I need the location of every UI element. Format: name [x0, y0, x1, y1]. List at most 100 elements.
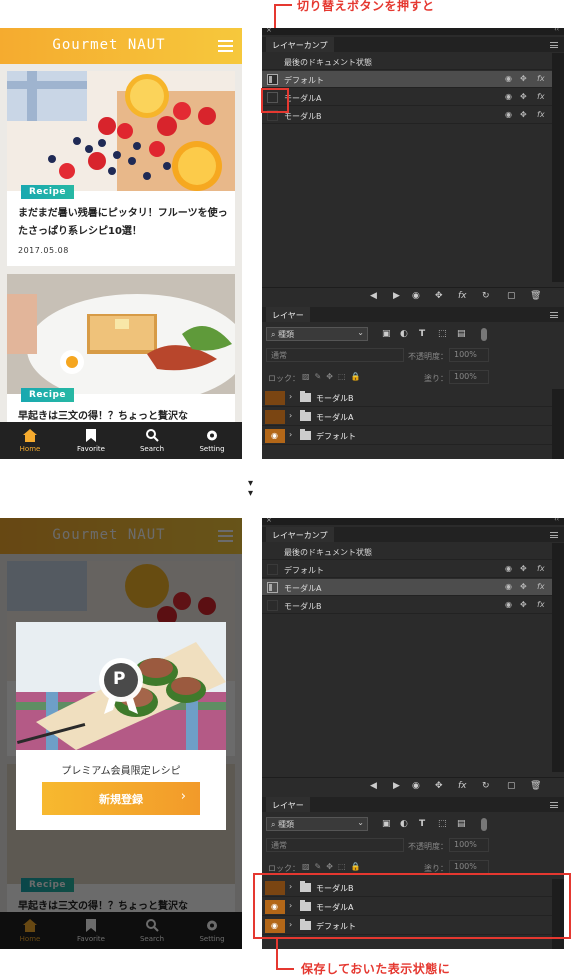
position-icon[interactable]: ✥	[520, 110, 527, 119]
lock-icons[interactable]: ▨✎✥⬚🔒	[302, 862, 365, 871]
filter-select[interactable]: ⌕ 種類 ⌄	[266, 817, 368, 831]
next-comp-icon[interactable]: ▶	[393, 781, 400, 791]
visibility-icon[interactable]: ◉	[505, 74, 512, 83]
expand-arrow-icon[interactable]: ›	[289, 430, 292, 439]
panel-menu-icon[interactable]	[550, 42, 558, 48]
adjust-filter-icon[interactable]: ◐	[400, 819, 408, 829]
comp-row-last-state[interactable]: 最後のドキュメント状態	[262, 53, 552, 70]
tab-home[interactable]: Home	[0, 422, 60, 459]
new-comp-icon[interactable]: ▢	[507, 291, 516, 301]
expand-arrow-icon[interactable]: ›	[289, 392, 292, 401]
panel-menu-icon[interactable]	[550, 802, 558, 808]
type-filter-icon[interactable]: T	[419, 819, 425, 829]
comps-scrollbar[interactable]	[552, 543, 564, 772]
trash-icon[interactable]: 🗑	[530, 781, 541, 791]
smart-filter-icon[interactable]: ▤	[457, 329, 466, 339]
visibility-update-icon[interactable]: ◉	[412, 781, 420, 791]
opacity-input[interactable]: 100%	[449, 348, 489, 362]
position-update-icon[interactable]: ✥	[435, 291, 443, 301]
blend-mode-select[interactable]: 通常	[266, 348, 404, 362]
tab-layer-comps[interactable]: レイヤーカンプ	[266, 527, 334, 542]
fx-icon[interactable]: fx	[537, 74, 545, 83]
panel-menu-icon[interactable]	[550, 312, 558, 318]
comp-row-modal-b[interactable]: モーダルB ◉ ✥ fx	[262, 107, 552, 124]
position-icon[interactable]: ✥	[520, 74, 527, 83]
visibility-icon[interactable]: ◉	[505, 92, 512, 101]
prev-comp-icon[interactable]: ◀	[370, 781, 377, 791]
panel-menu-icon[interactable]	[550, 532, 558, 538]
visibility-toggle[interactable]: ◉	[265, 429, 285, 443]
fill-input[interactable]: 100%	[449, 860, 489, 874]
visibility-update-icon[interactable]: ◉	[412, 291, 420, 301]
tab-layer-comps[interactable]: レイヤーカンプ	[266, 37, 334, 52]
visibility-icon[interactable]: ◉	[505, 600, 512, 609]
close-icon[interactable]: ×	[266, 518, 272, 524]
comp-row-modal-a[interactable]: モーダルA ◉ ✥ fx	[262, 579, 552, 596]
comp-row-modal-a[interactable]: モーダルA ◉ ✥ fx	[262, 89, 552, 106]
fx-update-icon[interactable]: fx	[458, 781, 467, 791]
position-icon[interactable]: ✥	[520, 92, 527, 101]
hamburger-menu-icon[interactable]	[218, 40, 233, 52]
comp-row-modal-b[interactable]: モーダルB ◉ ✥ fx	[262, 597, 552, 614]
visibility-icon[interactable]: ◉	[505, 110, 512, 119]
layers-scrollbar[interactable]	[552, 389, 564, 459]
tab-favorite[interactable]: Favorite	[61, 422, 121, 459]
filter-toggle[interactable]	[481, 328, 487, 341]
comp-row-default[interactable]: デフォルト ◉ ✥ fx	[262, 561, 552, 578]
visibility-icon[interactable]: ◉	[505, 582, 512, 591]
lock-icons[interactable]: ▨✎✥⬚🔒	[302, 372, 365, 381]
recipe-card[interactable]: Recipe まだまだ暑い残暑にピッタリ！フルーツを使ったさっぱり系レシピ10選…	[7, 71, 235, 266]
layer-row-modal-b[interactable]: › モーダルB	[262, 389, 552, 407]
shape-filter-icon[interactable]: ⬚	[438, 819, 447, 829]
tab-search[interactable]: Search	[122, 422, 182, 459]
fill-input[interactable]: 100%	[449, 370, 489, 384]
visibility-toggle[interactable]	[265, 391, 285, 405]
filter-select[interactable]: ⌕ 種類 ⌄	[266, 327, 368, 341]
trash-icon[interactable]: 🗑	[530, 291, 541, 301]
pixel-filter-icon[interactable]: ▣	[382, 819, 391, 829]
position-icon[interactable]: ✥	[520, 600, 527, 609]
shape-filter-icon[interactable]: ⬚	[438, 329, 447, 339]
refresh-icon[interactable]: ↻	[482, 291, 490, 301]
tab-setting[interactable]: Setting	[182, 422, 242, 459]
fx-icon[interactable]: fx	[537, 564, 545, 573]
collapse-icon[interactable]: ‹‹	[554, 518, 559, 523]
tab-layers[interactable]: レイヤー	[266, 307, 310, 322]
new-comp-icon[interactable]: ▢	[507, 781, 516, 791]
position-icon[interactable]: ✥	[520, 582, 527, 591]
adjust-filter-icon[interactable]: ◐	[400, 329, 408, 339]
fx-icon[interactable]: fx	[537, 600, 545, 609]
blend-mode-select[interactable]: 通常	[266, 838, 404, 852]
apply-comp-icon[interactable]	[267, 582, 278, 593]
comp-row-last-state[interactable]: 最後のドキュメント状態	[262, 543, 552, 560]
fx-icon[interactable]: fx	[537, 92, 545, 101]
opacity-input[interactable]: 100%	[449, 838, 489, 852]
fx-update-icon[interactable]: fx	[458, 291, 467, 301]
expand-arrow-icon[interactable]: ›	[289, 411, 292, 420]
fx-icon[interactable]: fx	[537, 582, 545, 591]
position-icon[interactable]: ✥	[520, 564, 527, 573]
visibility-toggle[interactable]	[265, 410, 285, 424]
pixel-filter-icon[interactable]: ▣	[382, 329, 391, 339]
comps-scrollbar[interactable]	[552, 53, 564, 282]
recipe-card[interactable]: Recipe 早起きは三文の得！？ちょっと贅沢な	[7, 274, 235, 434]
apply-comp-icon[interactable]	[267, 564, 278, 575]
collapse-icon[interactable]: ‹‹	[554, 28, 559, 33]
position-update-icon[interactable]: ✥	[435, 781, 443, 791]
type-filter-icon[interactable]: T	[419, 329, 425, 339]
comp-row-default[interactable]: デフォルト ◉ ✥ fx	[262, 71, 552, 88]
apply-comp-icon[interactable]	[267, 600, 278, 611]
signup-button[interactable]: 新規登録 ›	[42, 782, 200, 815]
close-icon[interactable]: ×	[266, 28, 272, 34]
fx-icon[interactable]: fx	[537, 110, 545, 119]
next-comp-icon[interactable]: ▶	[393, 291, 400, 301]
prev-comp-icon[interactable]: ◀	[370, 291, 377, 301]
tab-layers[interactable]: レイヤー	[266, 797, 310, 812]
apply-comp-icon[interactable]	[267, 74, 278, 85]
filter-toggle[interactable]	[481, 818, 487, 831]
visibility-icon[interactable]: ◉	[505, 564, 512, 573]
refresh-icon[interactable]: ↻	[482, 781, 490, 791]
layer-row-default[interactable]: ◉ › デフォルト	[262, 427, 552, 445]
smart-filter-icon[interactable]: ▤	[457, 819, 466, 829]
layer-row-modal-a[interactable]: › モーダルA	[262, 408, 552, 426]
